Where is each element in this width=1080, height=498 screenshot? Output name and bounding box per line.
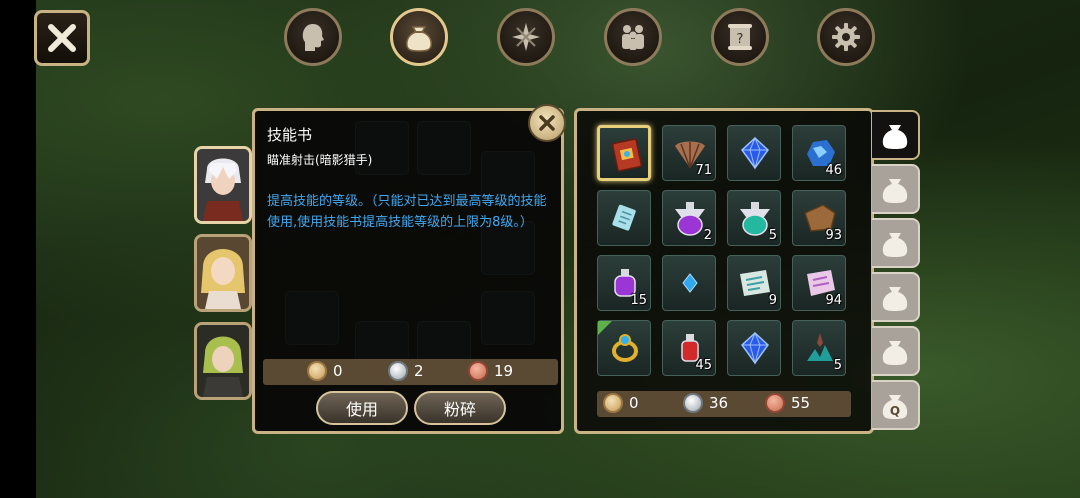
tab-skills[interactable] (497, 8, 555, 66)
item-quantity: 2 (703, 228, 712, 243)
white-haired-hero-portrait (197, 149, 249, 221)
currency-gold: 0 (629, 394, 639, 412)
bag-tab-quest[interactable]: Q (872, 380, 920, 430)
bag-tab-2[interactable] (872, 164, 920, 214)
gold-coin-icon (307, 361, 327, 381)
item-description: 提高技能的等级。（只能对已达到最高等级的技能使用,使用技能书提高技能等级的上限为… (267, 194, 547, 230)
inventory-slot[interactable]: 71 (662, 125, 716, 181)
bag-icon (406, 26, 432, 52)
compass-icon (512, 23, 540, 51)
inventory-slot[interactable]: 46 (792, 125, 846, 181)
left-black-strip (0, 0, 36, 498)
small-blue-gem-icon (682, 273, 698, 293)
gear-icon (832, 23, 860, 51)
people-icon (622, 25, 644, 50)
bag-tab-5[interactable] (872, 326, 920, 376)
gold-coin-icon (603, 393, 623, 413)
close-icon (48, 24, 76, 52)
bag-icon (882, 179, 908, 203)
blue-gem-icon (741, 331, 769, 365)
head-icon (302, 24, 324, 51)
portrait-character-1[interactable] (194, 146, 252, 224)
inventory-slot[interactable] (597, 190, 651, 246)
tab-character[interactable] (284, 8, 342, 66)
copper-coin-icon (765, 393, 785, 413)
smash-button[interactable]: 粉碎 (414, 391, 506, 425)
item-quantity: 15 (630, 293, 647, 308)
item-quantity: 45 (695, 358, 712, 373)
silver-coin-icon (683, 393, 703, 413)
rune-tablet-icon (612, 204, 636, 231)
inventory-slot[interactable] (727, 125, 781, 181)
tab-quests[interactable]: ? (711, 8, 769, 66)
tab-bag[interactable] (390, 8, 448, 66)
item-quantity: 46 (825, 163, 842, 178)
inventory-slot[interactable]: 5 (792, 320, 846, 376)
inventory-panel: 71 46 2 5 93 15 9 94 45 5 0 36 55 (574, 108, 874, 434)
inventory-slot[interactable] (727, 320, 781, 376)
item-quantity: 71 (695, 163, 712, 178)
price-gold: 0 (333, 362, 343, 380)
bag-icon (882, 125, 908, 149)
quest-bag-icon: Q (882, 395, 908, 419)
item-quantity: 94 (825, 293, 842, 308)
item-quantity: 5 (768, 228, 777, 243)
blonde-heroine-portrait (197, 237, 249, 309)
currency-copper: 55 (791, 394, 811, 412)
silver-coin-icon (388, 361, 408, 381)
bag-tab-1[interactable] (872, 110, 920, 160)
close-menu-button[interactable] (34, 10, 90, 66)
green-haired-hero-portrait (197, 325, 249, 397)
inventory-slot[interactable] (662, 255, 716, 311)
inventory-slot[interactable]: 5 (727, 190, 781, 246)
tab-party[interactable] (604, 8, 662, 66)
bag-tab-4[interactable] (872, 272, 920, 322)
bag-icon (882, 233, 908, 257)
svg-text:?: ? (737, 32, 744, 47)
tab-settings[interactable] (817, 8, 875, 66)
tooltip-close-button[interactable] (528, 104, 566, 142)
bag-icon (882, 287, 908, 311)
use-button[interactable]: 使用 (316, 391, 408, 425)
inventory-slot[interactable]: 15 (597, 255, 651, 311)
item-tooltip: 技能书 瞄准射击(暗影猎手) 提高技能的等级。（只能对已达到最高等级的技能使用,… (252, 108, 564, 434)
inventory-slot[interactable]: 9 (727, 255, 781, 311)
inventory-slot[interactable]: 45 (662, 320, 716, 376)
item-title: 技能书 (267, 126, 313, 144)
sell-price-bar: 0 2 19 (263, 359, 558, 385)
bag-tab-3[interactable] (872, 218, 920, 268)
portrait-character-3[interactable] (194, 322, 252, 400)
currency-bar: 0 36 55 (597, 391, 851, 417)
copper-coin-icon (468, 361, 488, 381)
currency-silver: 36 (709, 394, 729, 412)
item-subtitle: 瞄准射击(暗影猎手) (267, 153, 373, 167)
inventory-slot[interactable]: 2 (662, 190, 716, 246)
inventory-slot[interactable] (597, 320, 651, 376)
inventory-slot[interactable]: 94 (792, 255, 846, 311)
price-silver: 2 (414, 362, 424, 380)
inventory-slot[interactable] (597, 125, 651, 181)
gold-ring-icon (612, 334, 638, 362)
skill-book-icon (611, 138, 643, 172)
item-quantity: 5 (833, 358, 842, 373)
bag-icon (882, 341, 908, 365)
scroll-icon: ? (728, 24, 752, 50)
blue-gem-icon (741, 136, 769, 170)
bag-tab-quest-label: Q (890, 404, 900, 418)
price-copper: 19 (494, 362, 514, 380)
item-quantity: 93 (825, 228, 842, 243)
item-quantity: 9 (768, 293, 777, 308)
inventory-slot[interactable]: 93 (792, 190, 846, 246)
portrait-character-2[interactable] (194, 234, 252, 312)
close-icon (539, 115, 555, 131)
